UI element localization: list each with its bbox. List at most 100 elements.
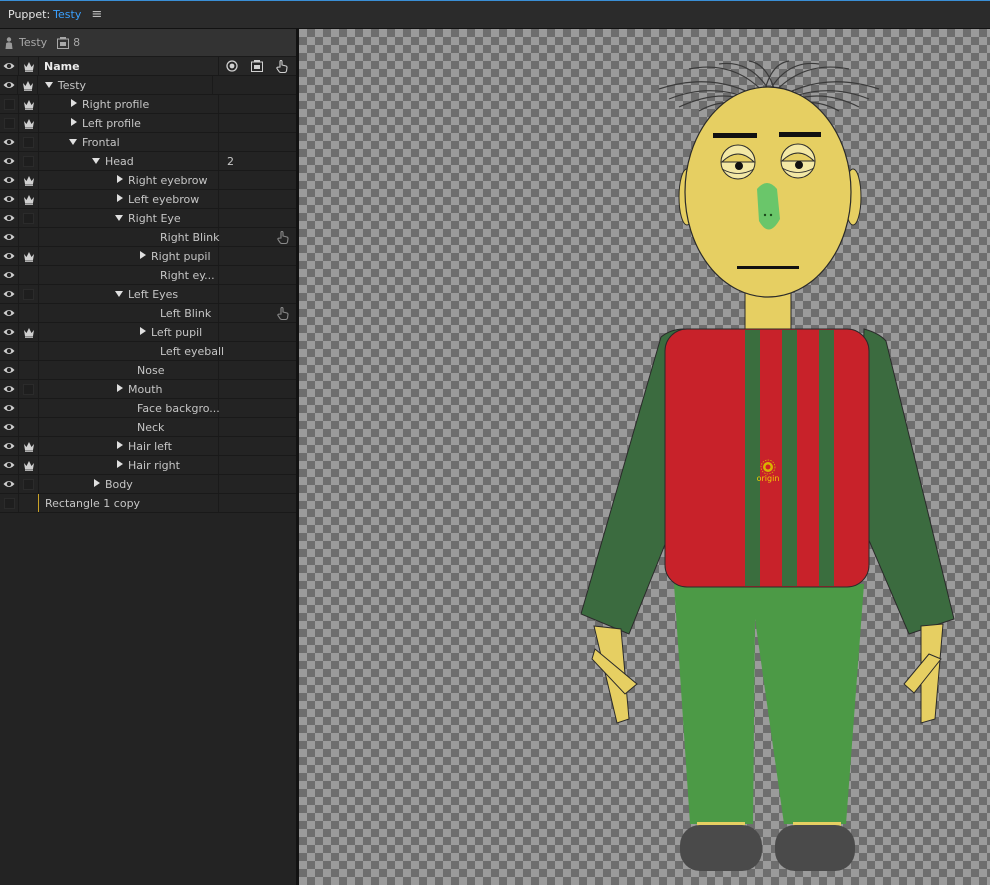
layer-name-cell[interactable]: Testy bbox=[38, 76, 213, 94]
collapsed-triangle-icon[interactable] bbox=[114, 460, 124, 470]
independence-toggle[interactable] bbox=[19, 114, 39, 132]
layer-row[interactable]: Rectangle 1 copy bbox=[0, 494, 296, 513]
name-column-header[interactable]: Name bbox=[39, 57, 219, 75]
layer-name-cell[interactable]: Right pupil bbox=[39, 247, 219, 265]
layer-row[interactable]: Left eyeball bbox=[0, 342, 296, 361]
layer-row[interactable]: Right Eye bbox=[0, 209, 296, 228]
independence-toggle[interactable] bbox=[19, 304, 39, 322]
layer-row[interactable]: Hair right bbox=[0, 456, 296, 475]
collapsed-triangle-icon[interactable] bbox=[114, 384, 124, 394]
expanded-triangle-icon[interactable] bbox=[114, 289, 124, 299]
independence-toggle[interactable] bbox=[19, 171, 39, 189]
layer-row[interactable]: Left pupil bbox=[0, 323, 296, 342]
layer-row[interactable]: Right Blink bbox=[0, 228, 296, 247]
layer-name-cell[interactable]: Left profile bbox=[39, 114, 219, 132]
puppet-stage-canvas[interactable]: origin bbox=[299, 29, 990, 885]
independence-toggle[interactable] bbox=[19, 342, 39, 360]
layer-name-cell[interactable]: Neck bbox=[39, 418, 219, 436]
visibility-toggle[interactable] bbox=[0, 437, 19, 455]
layer-row[interactable]: Right pupil bbox=[0, 247, 296, 266]
visibility-toggle[interactable] bbox=[0, 228, 19, 246]
visibility-toggle[interactable] bbox=[0, 304, 19, 322]
layer-row[interactable]: Right ey... bbox=[0, 266, 296, 285]
layer-row[interactable]: Nose bbox=[0, 361, 296, 380]
layer-row[interactable]: Left eyebrow bbox=[0, 190, 296, 209]
collapsed-triangle-icon[interactable] bbox=[114, 441, 124, 451]
visibility-toggle[interactable] bbox=[0, 152, 19, 170]
visibility-toggle[interactable] bbox=[0, 399, 19, 417]
independence-toggle[interactable] bbox=[19, 494, 39, 512]
layer-name-cell[interactable]: Frontal bbox=[39, 133, 219, 151]
independence-toggle[interactable] bbox=[19, 209, 39, 227]
layer-row[interactable]: Head 2 bbox=[0, 152, 296, 171]
layer-name-cell[interactable]: Mouth bbox=[39, 380, 219, 398]
visibility-toggle[interactable] bbox=[0, 133, 19, 151]
independence-toggle[interactable] bbox=[19, 380, 39, 398]
visibility-toggle[interactable] bbox=[0, 114, 19, 132]
independence-toggle[interactable] bbox=[19, 475, 39, 493]
independence-toggle[interactable] bbox=[19, 285, 39, 303]
independence-toggle[interactable] bbox=[18, 76, 38, 94]
layer-name-cell[interactable]: Right Eye bbox=[39, 209, 219, 227]
visibility-toggle[interactable] bbox=[0, 361, 19, 379]
layer-row[interactable]: Right profile bbox=[0, 95, 296, 114]
visibility-toggle[interactable] bbox=[0, 494, 19, 512]
layer-name-cell[interactable]: Left pupil bbox=[39, 323, 219, 341]
layer-name-cell[interactable]: Rectangle 1 copy bbox=[39, 494, 219, 512]
visibility-toggle[interactable] bbox=[0, 190, 19, 208]
independence-toggle[interactable] bbox=[19, 456, 39, 474]
layer-name-cell[interactable]: Hair right bbox=[39, 456, 219, 474]
independence-toggle[interactable] bbox=[19, 152, 39, 170]
layer-name-cell[interactable]: Left Blink bbox=[39, 304, 219, 322]
layer-name-cell[interactable]: Hair left bbox=[39, 437, 219, 455]
expanded-triangle-icon[interactable] bbox=[68, 137, 78, 147]
layer-name-cell[interactable]: Right eyebrow bbox=[39, 171, 219, 189]
visibility-toggle[interactable] bbox=[0, 209, 19, 227]
layer-row[interactable]: Left profile bbox=[0, 114, 296, 133]
layer-name-cell[interactable]: Left eyeball bbox=[39, 342, 224, 360]
visibility-toggle[interactable] bbox=[0, 76, 19, 94]
layer-name-cell[interactable]: Body bbox=[39, 475, 219, 493]
layer-name-cell[interactable]: Nose bbox=[39, 361, 219, 379]
visibility-toggle[interactable] bbox=[0, 475, 19, 493]
collapsed-triangle-icon[interactable] bbox=[114, 175, 124, 185]
layer-row[interactable]: Hair left bbox=[0, 437, 296, 456]
layer-row[interactable]: Left Blink bbox=[0, 304, 296, 323]
layer-row[interactable]: Right eyebrow bbox=[0, 171, 296, 190]
independence-toggle[interactable] bbox=[19, 190, 39, 208]
layer-name-cell[interactable]: Face backgro... bbox=[39, 399, 220, 417]
puppet-name-link[interactable]: Testy bbox=[53, 8, 81, 21]
independence-toggle[interactable] bbox=[19, 361, 39, 379]
visibility-toggle[interactable] bbox=[0, 418, 19, 436]
layer-row[interactable]: Neck bbox=[0, 418, 296, 437]
hamburger-icon[interactable]: ≡ bbox=[91, 7, 102, 22]
visibility-toggle[interactable] bbox=[0, 456, 19, 474]
visibility-toggle[interactable] bbox=[0, 95, 19, 113]
layer-name-cell[interactable]: Right Blink bbox=[39, 228, 219, 246]
collapsed-triangle-icon[interactable] bbox=[68, 99, 78, 109]
layer-row[interactable]: Face backgro... bbox=[0, 399, 296, 418]
visibility-toggle[interactable] bbox=[0, 171, 19, 189]
layer-row[interactable]: Testy bbox=[0, 76, 296, 95]
layer-name-cell[interactable]: Right profile bbox=[39, 95, 219, 113]
collapsed-triangle-icon[interactable] bbox=[137, 327, 147, 337]
trigger-cell[interactable] bbox=[270, 304, 296, 322]
layer-row[interactable]: Frontal bbox=[0, 133, 296, 152]
expanded-triangle-icon[interactable] bbox=[44, 80, 54, 90]
expanded-triangle-icon[interactable] bbox=[114, 213, 124, 223]
independence-toggle[interactable] bbox=[19, 228, 39, 246]
collapsed-triangle-icon[interactable] bbox=[137, 251, 147, 261]
layer-row[interactable]: Body bbox=[0, 475, 296, 494]
layer-name-cell[interactable]: Head bbox=[39, 152, 219, 170]
layer-name-cell[interactable]: Left Eyes bbox=[39, 285, 219, 303]
visibility-toggle[interactable] bbox=[0, 266, 19, 284]
layer-name-cell[interactable]: Right ey... bbox=[39, 266, 219, 284]
collapsed-triangle-icon[interactable] bbox=[91, 479, 101, 489]
independence-toggle[interactable] bbox=[19, 266, 39, 284]
independence-toggle[interactable] bbox=[19, 418, 39, 436]
independence-toggle[interactable] bbox=[19, 95, 39, 113]
independence-toggle[interactable] bbox=[19, 247, 39, 265]
trigger-cell[interactable] bbox=[270, 228, 296, 246]
layer-name-cell[interactable]: Left eyebrow bbox=[39, 190, 219, 208]
collapsed-triangle-icon[interactable] bbox=[114, 194, 124, 204]
